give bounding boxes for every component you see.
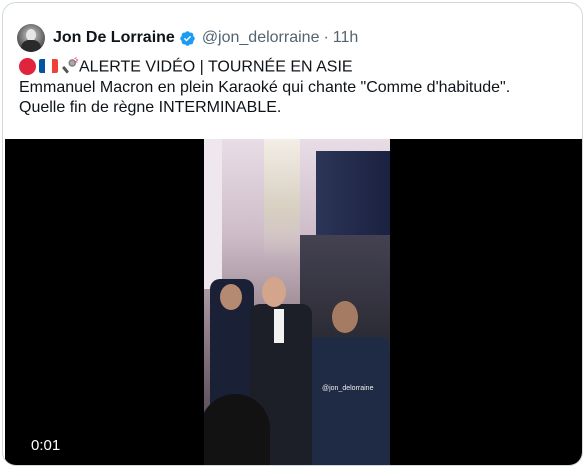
tweet-text-line-1: ALERTE VIDÉO | TOURNÉE EN ASIE <box>19 57 574 78</box>
tweet-text-headline: ALERTE VIDÉO | TOURNÉE EN ASIE <box>79 58 353 76</box>
tweet-card[interactable]: Jon De Lorraine @jon_delorraine · 11h AL… <box>2 2 583 466</box>
red-circle-icon <box>19 57 36 75</box>
video-frame[interactable]: @jon_delorraine <box>204 139 390 465</box>
author-avatar[interactable] <box>17 24 45 52</box>
verified-badge-icon <box>180 30 195 46</box>
separator-dot: · <box>323 29 329 46</box>
tweet-text: ALERTE VIDÉO | TOURNÉE EN ASIE Emmanuel … <box>19 57 574 118</box>
author-handle[interactable]: @jon_delorraine <box>202 29 320 47</box>
video-player[interactable]: @jon_delorraine 0:01 <box>5 139 582 465</box>
tweet-text-line-3: Quelle fin de règne INTERMINABLE. <box>19 98 282 116</box>
microphone-icon <box>62 57 79 74</box>
tweet-header: Jon De Lorraine @jon_delorraine · 11h <box>17 21 358 55</box>
emoji-group <box>19 57 79 75</box>
video-watermark: @jon_delorraine <box>322 385 374 392</box>
tweet-timestamp[interactable]: 11h <box>333 29 359 47</box>
video-timestamp: 0:01 <box>31 437 61 454</box>
author-name[interactable]: Jon De Lorraine <box>53 29 175 47</box>
tweet-text-line-2: Emmanuel Macron en plein Karaoké qui cha… <box>19 78 511 96</box>
france-flag-icon <box>39 59 58 73</box>
